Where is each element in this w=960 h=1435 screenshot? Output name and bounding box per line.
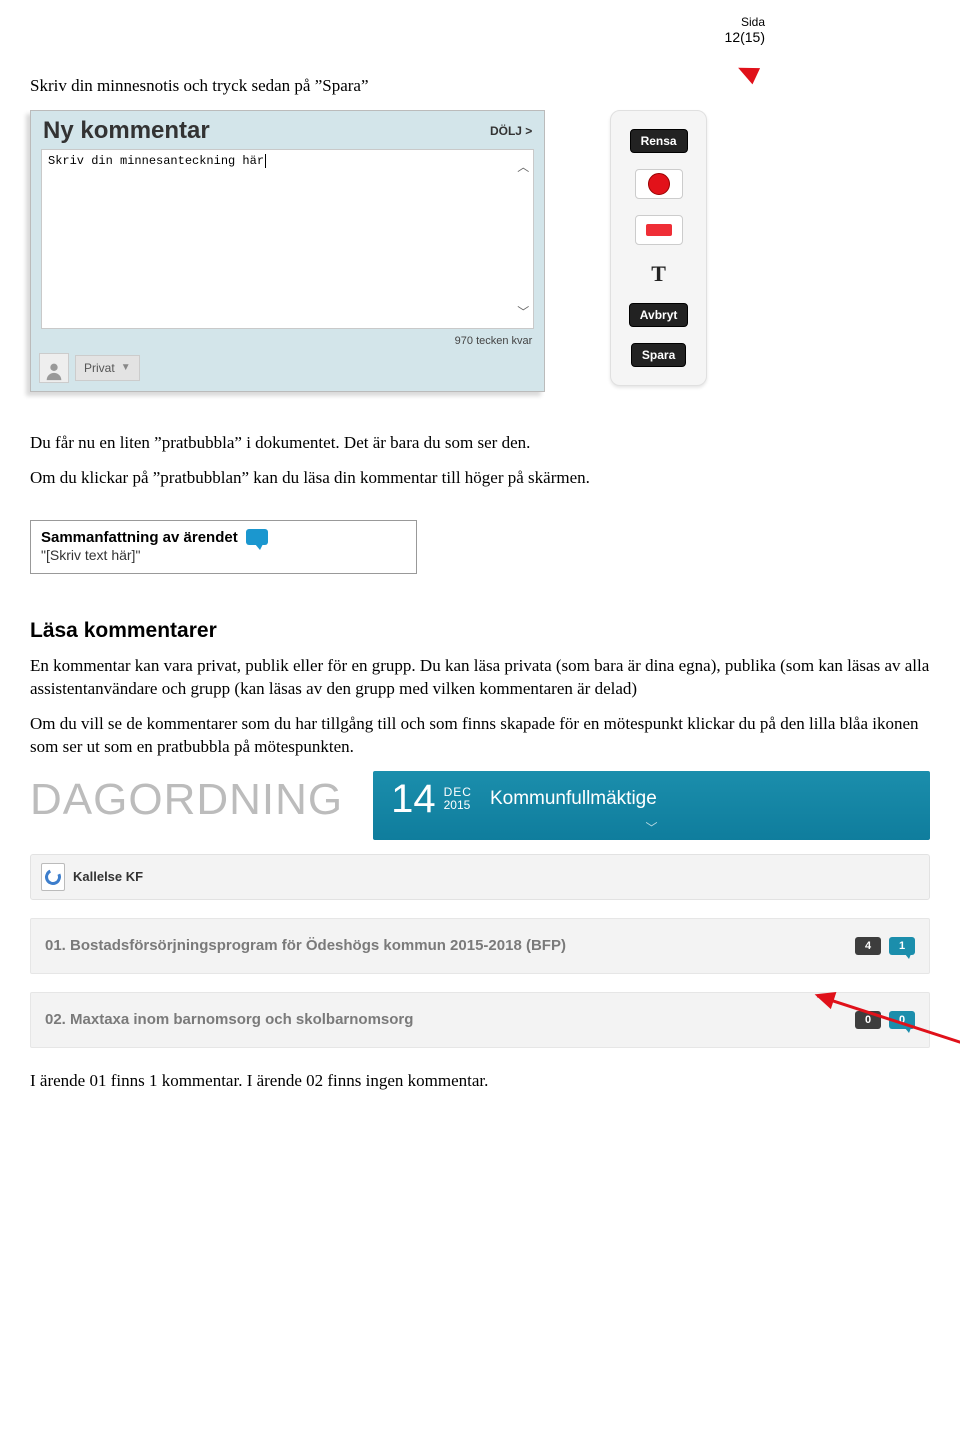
rensa-button[interactable]: Rensa xyxy=(630,129,688,153)
char-counter: 970 tecken kvar xyxy=(31,331,544,349)
hide-button[interactable]: DÖLJ > xyxy=(490,124,532,138)
privacy-label: Privat xyxy=(84,361,115,375)
chevron-down-icon: ▼ xyxy=(121,362,131,373)
closing-paragraph: I ärende 01 finns 1 kommentar. I ärende … xyxy=(30,1070,930,1093)
page-number: 12(15) xyxy=(725,29,765,45)
paragraph-4: Om du vill se de kommentarer som du har … xyxy=(30,713,930,759)
meeting-year: 2015 xyxy=(444,799,472,812)
new-comment-title: Ny kommentar xyxy=(43,117,210,145)
scroll-up-icon[interactable]: ︿ xyxy=(517,158,529,175)
color-dot-button[interactable] xyxy=(635,169,683,199)
spara-button[interactable]: Spara xyxy=(631,343,686,367)
text-tool-button[interactable]: T xyxy=(645,261,672,287)
comment-badge[interactable]: 1 xyxy=(889,937,915,955)
agenda-item-label: 02. Maxtaxa inom barnomsorg och skolbarn… xyxy=(45,1011,847,1028)
paragraph-3: En kommentar kan vara privat, publik ell… xyxy=(30,655,930,701)
avbryt-button[interactable]: Avbryt xyxy=(629,303,689,327)
agenda-panel: DAGORDNING 14 DEC 2015 Kommunfullmäktige… xyxy=(30,771,930,1048)
summary-text: "[Skriv text här]" xyxy=(41,547,406,563)
summary-title: Sammanfattning av ärendet xyxy=(41,529,238,546)
comment-textarea[interactable]: Skriv din minnesanteckning här ︿ ﹀ xyxy=(41,149,534,329)
paragraph-2b: Om du klickar på ”pratbubblan” kan du lä… xyxy=(30,467,930,490)
page-number-header: Sida 12(15) xyxy=(30,15,930,45)
file-row[interactable]: Kallelse KF xyxy=(30,854,930,900)
page-label: Sida xyxy=(30,15,765,29)
paragraph-2a: Du får nu en liten ”pratbubbla” i dokume… xyxy=(30,432,930,455)
agenda-item[interactable]: 01. Bostadsförsörjningsprogram för Ödesh… xyxy=(30,918,930,974)
color-bar-button[interactable] xyxy=(635,215,683,245)
chevron-down-icon: ﹀ xyxy=(373,819,930,836)
red-dot-icon xyxy=(648,173,670,195)
privacy-dropdown[interactable]: Privat ▼ xyxy=(75,355,140,381)
file-name: Kallelse KF xyxy=(73,869,143,884)
agenda-item[interactable]: 02. Maxtaxa inom barnomsorg och skolbarn… xyxy=(30,992,930,1048)
meeting-name: Kommunfullmäktige xyxy=(490,788,912,810)
meeting-day: 14 xyxy=(391,777,436,822)
agenda-item-label: 01. Bostadsförsörjningsprogram för Ödesh… xyxy=(45,937,847,954)
agenda-title: DAGORDNING xyxy=(30,771,373,840)
scroll-down-icon[interactable]: ﹀ xyxy=(517,303,529,320)
new-comment-panel: Ny kommentar DÖLJ > Skriv din minnesante… xyxy=(30,110,545,392)
avatar-icon xyxy=(39,353,69,383)
meeting-card[interactable]: 14 DEC 2015 Kommunfullmäktige ﹀ xyxy=(373,771,930,840)
red-bar-icon xyxy=(646,224,672,236)
attachment-badge: 4 xyxy=(855,937,881,955)
comment-text: Skriv din minnesanteckning här xyxy=(48,154,266,168)
document-icon xyxy=(41,863,65,891)
intro-paragraph: Skriv din minnesnotis och tryck sedan på… xyxy=(30,75,930,98)
section-heading: Läsa kommentarer xyxy=(30,619,930,643)
summary-box: Sammanfattning av ärendet "[Skriv text h… xyxy=(30,520,417,574)
comment-bubble-icon[interactable] xyxy=(246,529,268,545)
annotation-toolbar: Rensa T Avbryt Spara xyxy=(610,110,707,386)
